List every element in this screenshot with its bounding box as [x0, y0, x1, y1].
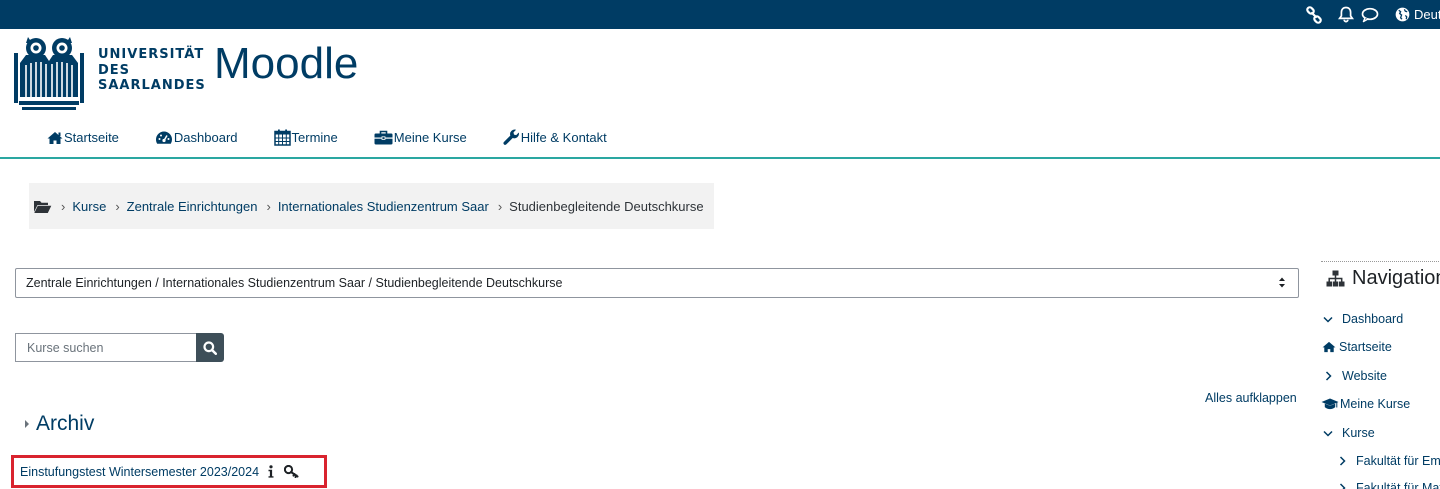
category-archiv[interactable]: Archiv: [24, 412, 94, 436]
navigation-block-header: Navigation: [1326, 267, 1440, 290]
university-name: UNIVERSITÄT DES SAARLANDES: [98, 47, 206, 93]
category-select-value: Zentrale Einrichtungen / Internationales…: [26, 276, 563, 290]
nav-tree-kurse[interactable]: Kurse: [1322, 426, 1375, 440]
site-name[interactable]: Moodle: [214, 39, 358, 89]
language-menu[interactable]: Deutsch: [1395, 7, 1440, 22]
breadcrumb-internationales-studienzentrum[interactable]: Internationales Studienzentrum Saar: [278, 199, 489, 214]
nav-tree-fakultaet-empirische[interactable]: Fakultät für Empirische Humanwissenschaf…: [1336, 454, 1440, 468]
chevron-right-icon[interactable]: [1322, 371, 1334, 381]
breadcrumb-separator: ›: [266, 198, 271, 214]
nav-tree-dashboard[interactable]: Dashboard: [1322, 312, 1403, 326]
chevron-down-icon[interactable]: [1322, 430, 1334, 437]
top-bar: Deutsch: [0, 0, 1440, 29]
dashboard-icon: [155, 131, 172, 144]
nav-meine-kurse[interactable]: Meine Kurse: [374, 129, 467, 146]
search-icon: [203, 340, 217, 355]
key-icon[interactable]: [284, 465, 299, 478]
page-header: UNIVERSITÄT DES SAARLANDES Moodle Starts…: [0, 29, 1440, 159]
breadcrumb-current: Studienbegleitende Deutschkurse: [509, 198, 704, 214]
nav-hilfe-kontakt[interactable]: Hilfe & Kontakt: [503, 129, 607, 146]
block-divider: [1321, 261, 1440, 262]
nav-startseite[interactable]: Startseite: [47, 129, 119, 146]
category-title: Archiv: [36, 412, 95, 435]
language-label: Deutsch: [1414, 7, 1440, 22]
owl-logo-icon: [14, 37, 84, 116]
search-button[interactable]: [196, 333, 224, 362]
select-arrows-icon: [1278, 276, 1286, 292]
nav-dashboard[interactable]: Dashboard: [155, 129, 238, 146]
chevron-down-icon[interactable]: [1322, 316, 1334, 323]
university-logo[interactable]: UNIVERSITÄT DES SAARLANDES: [14, 37, 206, 116]
caret-right-icon: [24, 419, 30, 429]
course-item: Einstufungstest Wintersemester 2023/2024: [11, 455, 327, 488]
course-link[interactable]: Einstufungstest Wintersemester 2023/2024: [20, 465, 259, 479]
breadcrumb-kurse[interactable]: Kurse: [72, 199, 106, 214]
chat-icon[interactable]: [1359, 7, 1381, 23]
navigation-block: Navigation Dashboard Startseite Website …: [1320, 259, 1440, 489]
nav-tree-website[interactable]: Website: [1322, 369, 1387, 383]
nav-tree-fakultaet-mathematik[interactable]: Fakultät für Mathematik und Informatik: [1336, 481, 1440, 489]
breadcrumb-separator: ›: [497, 198, 503, 214]
briefcase-icon: [374, 130, 393, 145]
nav-termine[interactable]: Termine: [273, 129, 338, 146]
calendar-icon: [273, 129, 291, 146]
course-search-input[interactable]: [15, 333, 196, 362]
main-navigation: Startseite Dashboard Termine Meine Kurse…: [47, 129, 643, 146]
folder-open-icon[interactable]: [33, 199, 52, 214]
chevron-right-icon[interactable]: [1336, 456, 1348, 466]
top-bar-actions: Deutsch: [1303, 0, 1440, 29]
breadcrumb-separator: ›: [115, 198, 120, 214]
breadcrumb-separator: ›: [61, 198, 66, 214]
nav-tree-meine-kurse[interactable]: Meine Kurse: [1321, 397, 1410, 411]
link-icon[interactable]: [1303, 5, 1325, 24]
graduation-cap-icon: [1321, 398, 1339, 410]
sitemap-icon: [1326, 270, 1345, 287]
expand-all-link[interactable]: Alles aufklappen: [1205, 391, 1297, 405]
bell-icon[interactable]: [1335, 6, 1357, 23]
chevron-right-icon[interactable]: [1336, 483, 1348, 489]
navigation-block-title: Navigation: [1352, 267, 1440, 289]
globe-icon: [1395, 7, 1410, 22]
breadcrumb-zentrale-einrichtungen[interactable]: Zentrale Einrichtungen: [127, 199, 258, 214]
home-icon: [47, 131, 63, 144]
nav-tree-startseite[interactable]: Startseite: [1322, 340, 1392, 354]
category-select[interactable]: Zentrale Einrichtungen / Internationales…: [15, 268, 1299, 298]
home-icon: [1322, 341, 1336, 353]
wrench-icon: [503, 129, 519, 145]
breadcrumb: › Kurse › Zentrale Einrichtungen › Inter…: [29, 183, 714, 229]
header-divider: [0, 157, 1440, 159]
info-icon[interactable]: [268, 465, 274, 478]
